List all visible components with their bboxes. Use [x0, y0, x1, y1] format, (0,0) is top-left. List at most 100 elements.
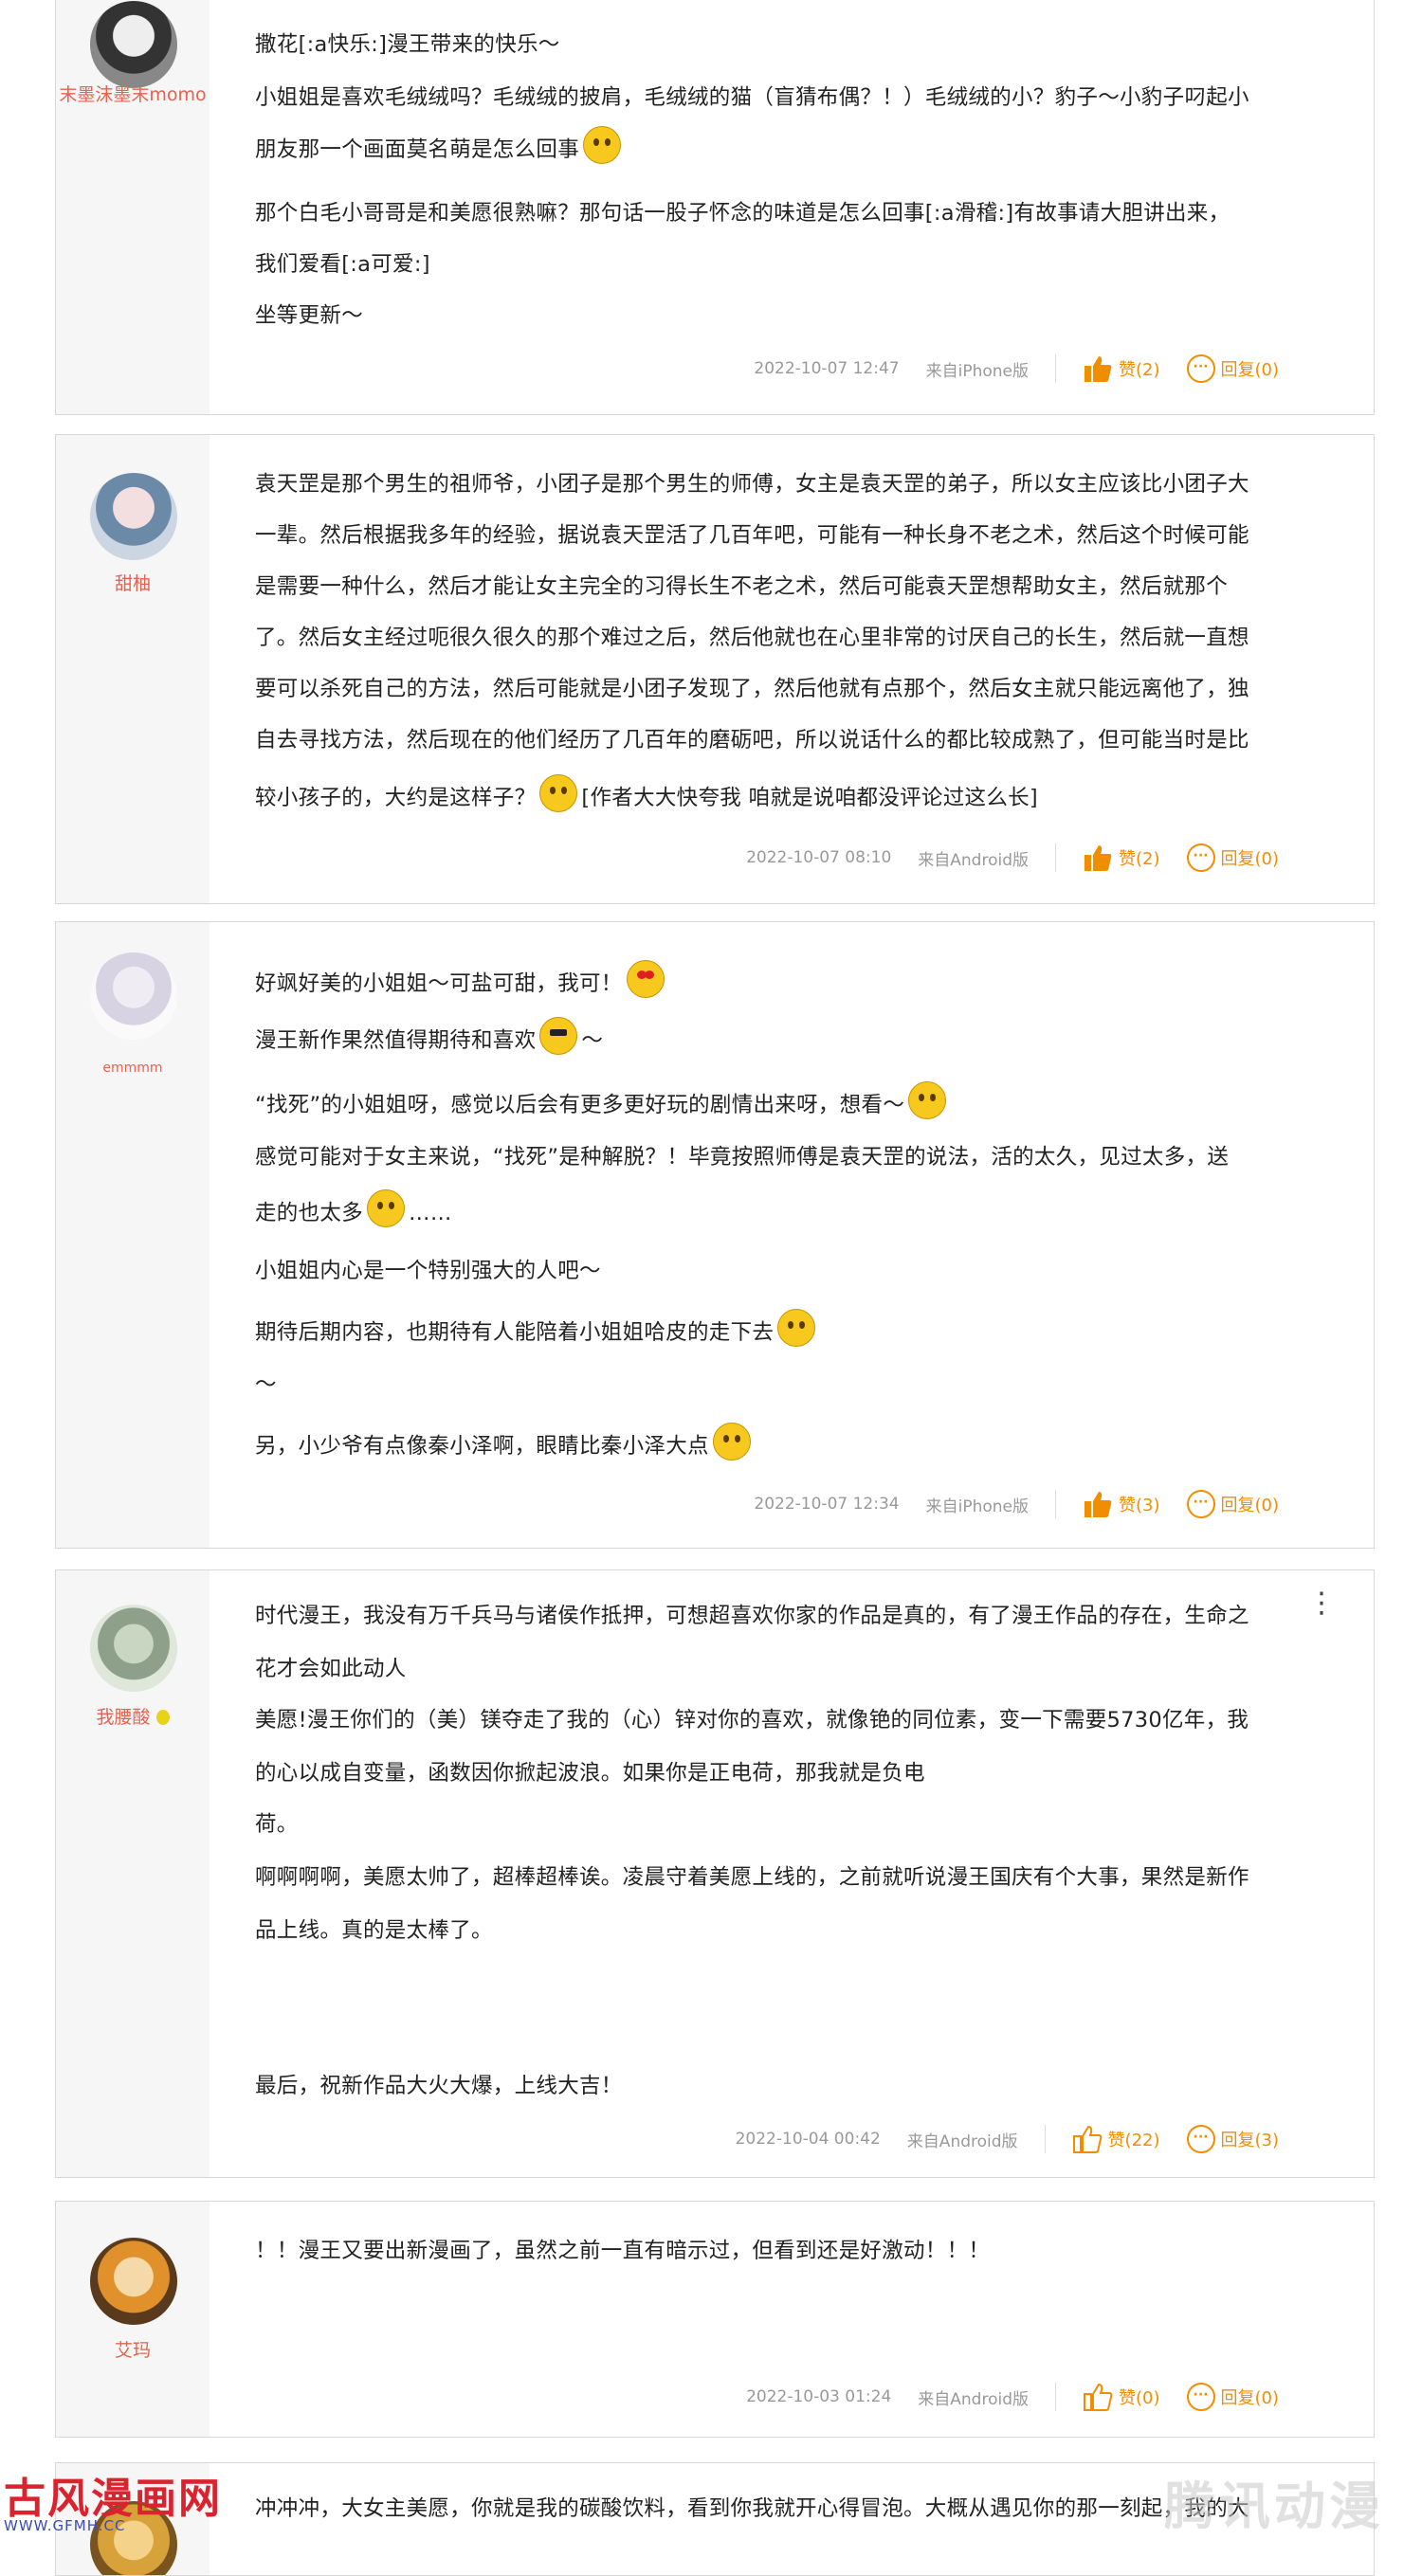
reply-button[interactable]: ··· 回复(0)	[1186, 844, 1279, 872]
like-button[interactable]: 赞(2)	[1083, 843, 1160, 873]
reply-button[interactable]: ··· 回复(3)	[1186, 2125, 1279, 2153]
comment-card: emmmm 好飒好美的小姐姐～可盐可甜，我可！ 漫王新作果然值得期待和喜欢～ “…	[55, 921, 1375, 1549]
comment-line: 走的也太多……	[255, 1189, 452, 1227]
avatar[interactable]	[90, 473, 177, 560]
comment-line: 是需要一种什么，然后才能让女主完全的习得长生不老之术，然后可能袁天罡想帮助女主，…	[255, 574, 1229, 599]
comment-line: ！！漫王又要出新漫画了，虽然之前一直有暗示过，但看到还是好激动！！！	[255, 2239, 991, 2263]
comment-line: 品上线。真的是太棒了。	[255, 1918, 493, 1943]
divider	[1055, 354, 1056, 383]
comment-card: 甜柚 袁天罡是那个男生的祖师爷，小团子是那个男生的师傅，女主是袁天罡的弟子，所以…	[55, 434, 1375, 904]
comment-line: 另，小少爷有点像秦小泽啊，眼睛比秦小泽大点	[255, 1423, 755, 1460]
avatar[interactable]	[90, 1605, 177, 1692]
comment-line: 小姐姐是喜欢毛绒绒吗？毛绒绒的披肩，毛绒绒的猫（盲猜布偶？！）毛绒绒的小？豹子～…	[255, 85, 1249, 110]
comment-time: 2022-10-07 12:34	[754, 1495, 900, 1514]
site-watermark-logo: 古风漫画网 WWW.GFMH.CC	[0, 2464, 228, 2539]
comment-meta: 2022-10-07 08:10 来自Android版 赞(2) ··· 回复(0…	[746, 843, 1279, 873]
grin-emoji-icon	[539, 774, 578, 812]
smile-emoji-icon	[908, 1081, 947, 1119]
comment-line: “找死”的小姐姐呀，感觉以后会有更多更好玩的剧情出来呀，想看～	[255, 1081, 950, 1119]
comment-body: 冲冲冲，大女主美愿，你就是我的碳酸饮料，看到你我就开心得冒泡。大概从遇见你的那一…	[255, 2463, 1279, 2575]
comment-line: 美愿!漫王你们的（美）镁夺走了我的（心）锌对你的喜欢，就像铯的同位素，变一下需要…	[255, 1708, 1249, 1732]
reply-button[interactable]: ··· 回复(0)	[1186, 354, 1279, 383]
comment-sidebar: 末墨沫墨末momo	[56, 0, 210, 414]
comment-line: 一辈。然后根据我多年的经验，据说袁天罡活了几百年吧，可能有一种长身不老之术，然后…	[255, 523, 1249, 548]
comment-body: 撒花[:a快乐:]漫王带来的快乐～ 小姐姐是喜欢毛绒绒吗？毛绒绒的披肩，毛绒绒的…	[255, 0, 1279, 414]
comment-source: 来自Android版	[918, 850, 1029, 870]
comment-time: 2022-10-07 08:10	[746, 848, 892, 867]
comment-line: 的心以成自变量，函数因你掀起波浪。如果你是正电荷，那我就是负电	[255, 1761, 925, 1786]
comment-body: ！！漫王又要出新漫画了，虽然之前一直有暗示过，但看到还是好激动！！！ 2022-…	[255, 2202, 1279, 2437]
comment-line: 啊啊啊啊，美愿太帅了，超棒超棒诶。凌晨守着美愿上线的，之前就听说漫王国庆有个大事…	[255, 1865, 1249, 1890]
comment-body: 好飒好美的小姐姐～可盐可甜，我可！ 漫王新作果然值得期待和喜欢～ “找死”的小姐…	[255, 922, 1279, 1548]
comment-line: 较小孩子的，大约是这样子？ [作者大大快夸我 咱就是说咱都没评论过这么长]	[255, 774, 1038, 812]
dizzy-emoji-icon	[583, 126, 622, 164]
avatar[interactable]	[90, 2238, 177, 2325]
comment-line: 撒花[:a快乐:]漫王带来的快乐～	[255, 32, 560, 57]
divider	[1055, 2383, 1056, 2411]
comment-line: 朋友那一个画面莫名萌是怎么回事	[255, 126, 625, 164]
comment-meta: 2022-10-07 12:47 来自iPhone版 赞(2) ··· 回复(0)	[754, 354, 1279, 384]
comment-card: 末墨沫墨末momo 撒花[:a快乐:]漫王带来的快乐～ 小姐姐是喜欢毛绒绒吗？毛…	[55, 0, 1375, 415]
comment-line: 那个白毛小哥哥是和美愿很熟嘛？那句话一股子怀念的味道是怎么回事[:a滑稽:]有故…	[255, 201, 1231, 226]
comment-line: 冲冲冲，大女主美愿，你就是我的碳酸饮料，看到你我就开心得冒泡。大概从遇见你的那一…	[255, 2496, 1249, 2521]
comment-time: 2022-10-03 01:24	[746, 2387, 892, 2406]
like-button[interactable]: 赞(3)	[1083, 1489, 1160, 1519]
comment-line: 花才会如此动人	[255, 1657, 407, 1681]
comment-line: ～	[255, 1372, 277, 1397]
comment-sidebar: emmmm	[56, 922, 210, 1548]
comment-card: 艾玛 ！！漫王又要出新漫画了，虽然之前一直有暗示过，但看到还是好激动！！！ 20…	[55, 2201, 1375, 2438]
comment-line: 感觉可能对于女主来说，“找死”是种解脱？！毕竟按照师傅是袁天罡的说法，活的太久，…	[255, 1145, 1230, 1170]
reply-icon: ···	[1186, 354, 1215, 383]
avatar[interactable]	[90, 952, 177, 1040]
like-button[interactable]: 赞(22)	[1072, 2124, 1160, 2154]
thumbs-up-icon	[1085, 1492, 1112, 1517]
username[interactable]: 艾玛	[56, 2336, 210, 2362]
comment-body: 时代漫王，我没有万千兵马与诸侯作抵押，可想超喜欢你家的作品是真的，有了漫王作品的…	[255, 1570, 1279, 2177]
watermark-url: WWW.GFMH.CC	[4, 2517, 126, 2534]
dizzy-emoji-icon	[367, 1189, 406, 1227]
comment-source: 来自iPhone版	[925, 1497, 1029, 1516]
comment-sidebar: 艾玛	[56, 2202, 210, 2437]
lemon-icon	[155, 1710, 170, 1725]
cool-emoji-icon	[539, 1017, 578, 1055]
comment-line: 时代漫王，我没有万千兵马与诸侯作抵押，可想超喜欢你家的作品是真的，有了漫王作品的…	[255, 1604, 1249, 1628]
watermark-title: 古风漫画网	[4, 2475, 222, 2523]
comment-time: 2022-10-04 00:42	[735, 2130, 881, 2149]
comment-line: 期待后期内容，也期待有人能陪着小姐姐哈皮的走下去	[255, 1309, 819, 1347]
comment-sidebar: 我腰酸	[56, 1570, 210, 2177]
comment-line: 了。然后女主经过呃很久很久的那个难过之后，然后他就也在心里非常的讨厌自己的长生，…	[255, 626, 1249, 650]
thumbs-up-outline-icon	[1084, 2383, 1113, 2411]
reply-button[interactable]: ··· 回复(0)	[1186, 1490, 1279, 1518]
username[interactable]: 甜柚	[56, 570, 210, 595]
tencent-comic-watermark: 腾讯动漫	[1164, 2476, 1384, 2536]
reply-icon: ···	[1186, 844, 1215, 872]
comment-line: 漫王新作果然值得期待和喜欢～	[255, 1017, 603, 1055]
comment-source: 来自Android版	[906, 2132, 1018, 2151]
reply-button[interactable]: ··· 回复(0)	[1186, 2383, 1279, 2411]
comment-line: 自去寻找方法，然后现在的他们经历了几百年的磨砺吧，所以说话什么的都比较成熟了，但…	[255, 728, 1249, 753]
comment-meta: 2022-10-07 12:34 来自iPhone版 赞(3) ··· 回复(0)	[754, 1489, 1279, 1519]
grin-emoji-icon	[712, 1423, 751, 1460]
avatar[interactable]	[90, 1, 177, 88]
like-button[interactable]: 赞(0)	[1083, 2382, 1160, 2412]
comment-line: 小姐姐内心是一个特别强大的人吧～	[255, 1259, 601, 1283]
username[interactable]: 末墨沫墨末momo	[56, 81, 210, 106]
reply-icon: ···	[1186, 1490, 1215, 1518]
thumbs-up-icon	[1085, 356, 1112, 382]
reply-icon: ···	[1186, 2125, 1215, 2153]
heart-eyes-emoji-icon	[626, 960, 665, 998]
comment-source: 来自Android版	[918, 2389, 1029, 2409]
comment-line: 要可以杀死自己的方法，然后可能就是小团子发现了，然后他就有点那个，然后女主就只能…	[255, 677, 1249, 701]
username[interactable]: 我腰酸	[56, 1703, 210, 1729]
comment-source: 来自iPhone版	[925, 361, 1029, 381]
comment-meta: 2022-10-03 01:24 来自Android版 赞(0) ··· 回复(0…	[746, 2382, 1279, 2412]
more-options-icon[interactable]: ⋮	[1307, 1589, 1336, 1618]
comment-time: 2022-10-07 12:47	[754, 359, 900, 378]
thumbs-up-outline-icon	[1072, 2125, 1102, 2153]
divider	[1055, 1490, 1056, 1518]
like-button[interactable]: 赞(2)	[1083, 354, 1160, 384]
comment-sidebar: 甜柚	[56, 435, 210, 903]
username[interactable]: emmmm	[56, 1061, 210, 1076]
reply-icon: ···	[1186, 2383, 1215, 2411]
thumbs-up-icon	[1085, 845, 1112, 871]
